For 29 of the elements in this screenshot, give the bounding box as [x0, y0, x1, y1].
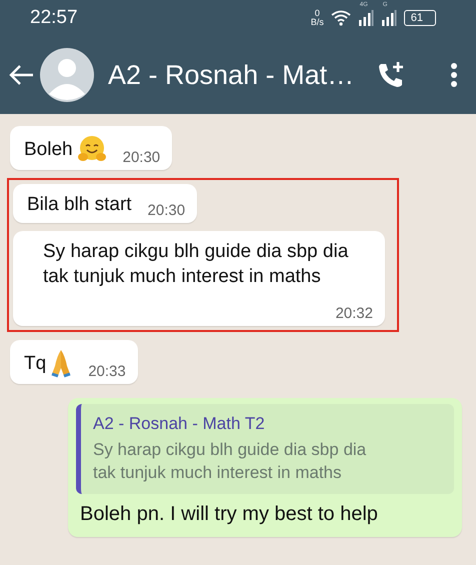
network-speed: 0 B/s [310, 9, 324, 27]
wifi-icon [330, 10, 351, 26]
message-time: 20:30 [122, 149, 160, 166]
message-time: 20:33 [88, 363, 126, 380]
message-text: Bila blh start [27, 193, 132, 217]
message-text: Tq [24, 352, 46, 376]
incoming-message[interactable]: Sy harap cikgu blh guide dia sbp dia tak tunjuk much interest in maths 20:32 [13, 231, 385, 326]
status-time: 22:57 [30, 7, 78, 29]
avatar[interactable] [40, 48, 94, 102]
praying-hands-icon [50, 348, 72, 378]
signal-icon [380, 10, 397, 26]
message-text: Boleh pn. I will try my best to help [79, 502, 379, 527]
quote-author: A2 - Rosnah - Math T2 [93, 414, 266, 434]
message-time: 20:32 [335, 305, 373, 322]
battery-indicator: 61 [404, 10, 436, 26]
incoming-message[interactable]: Tq 20:33 [10, 340, 138, 384]
outgoing-message[interactable]: A2 - Rosnah - Math T2 Sy harap cikgu blh guide dia sbp dia tak tunjuk much interest in maths Boleh pn. I will try my best to help [68, 398, 462, 537]
signal-icon [358, 10, 374, 26]
message-text: Sy harap cikgu blh guide dia sbp dia tak tunjuk much interest in maths [43, 240, 350, 289]
more-options-icon[interactable] [450, 62, 458, 88]
incoming-message[interactable]: Bila blh start 20:30 [13, 184, 198, 223]
add-call-icon[interactable] [376, 60, 406, 90]
back-arrow-icon[interactable] [8, 64, 34, 86]
message-text: Boleh [24, 138, 73, 162]
message-time: 20:30 [148, 202, 186, 219]
hugging-emoji-icon [76, 134, 107, 164]
incoming-message[interactable]: Boleh 20:30 [10, 126, 172, 170]
quote-text: Sy harap cikgu blh guide dia sbp dia tak tunjuk much interest in maths [93, 439, 368, 484]
quoted-message[interactable]: A2 - Rosnah - Math T2 Sy harap cikgu blh guide dia sbp dia tak tunjuk much interest in maths [76, 404, 454, 494]
